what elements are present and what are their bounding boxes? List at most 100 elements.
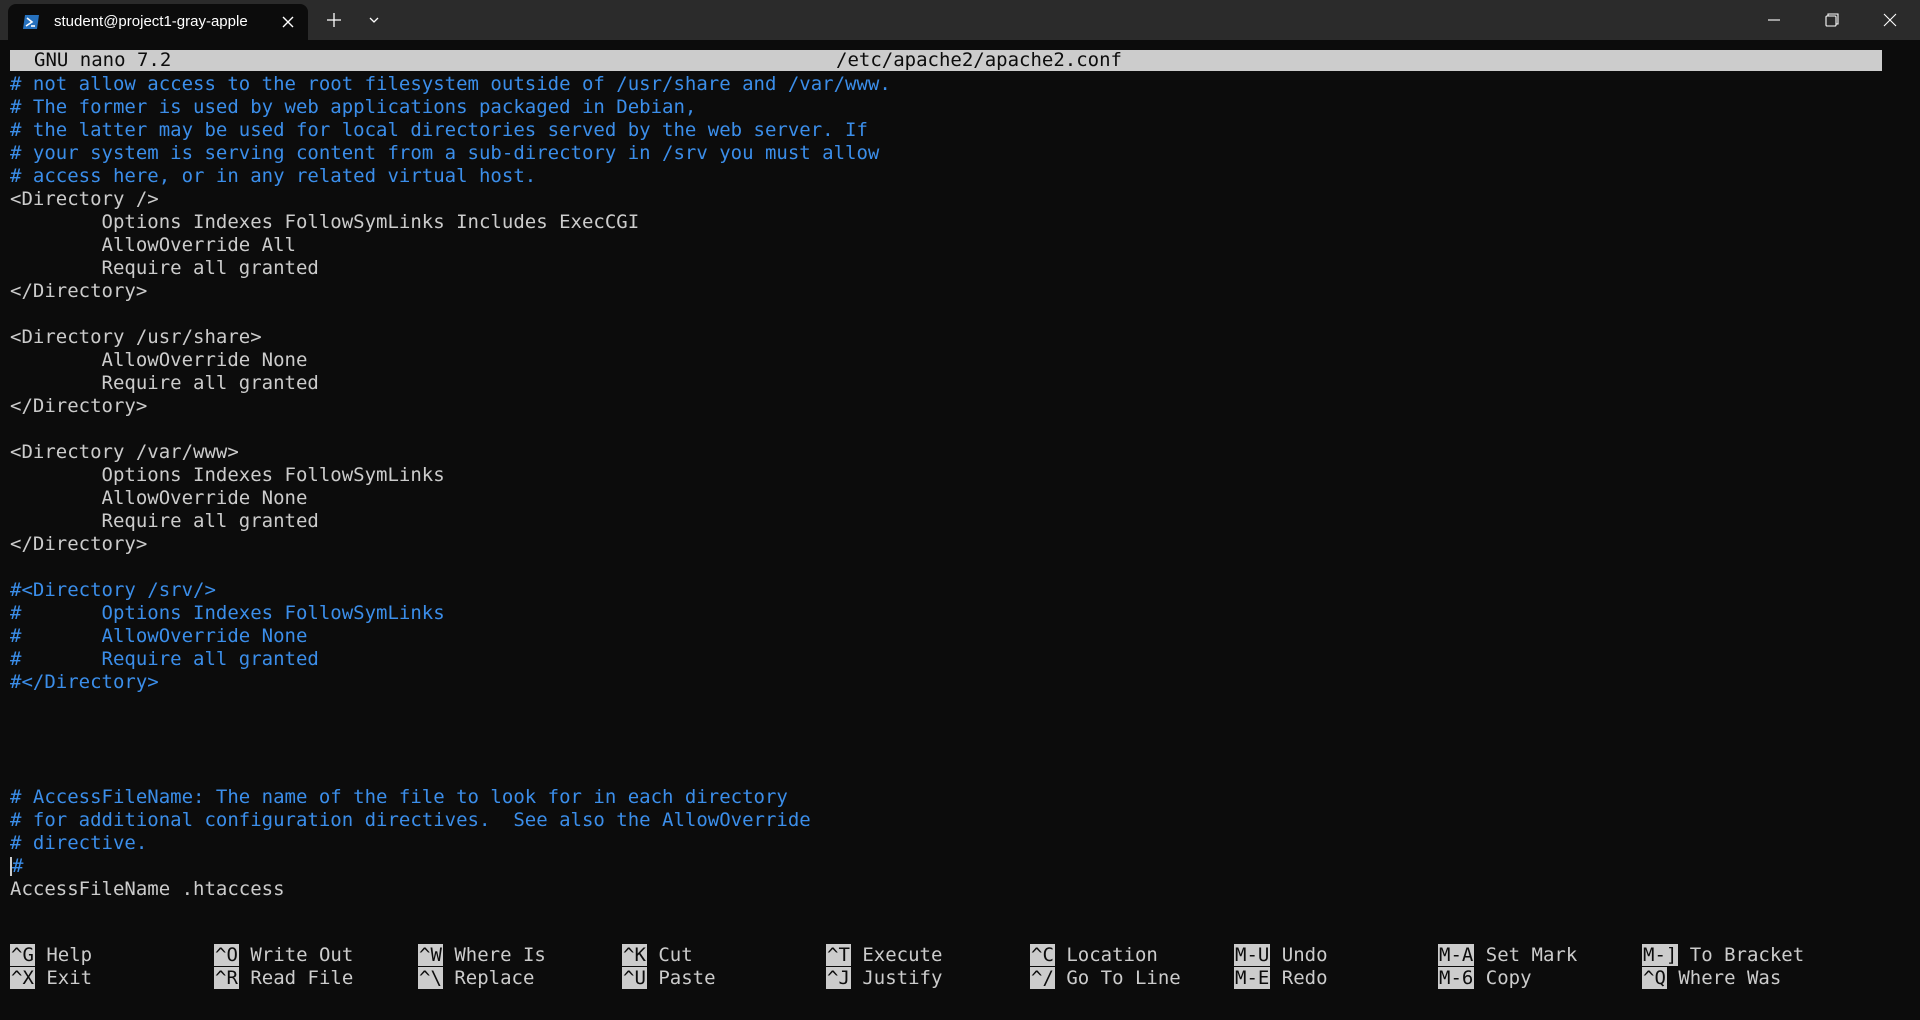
editor-line-text: # access here, or in any related virtual… (10, 165, 537, 187)
editor-line-text: # Require all granted (10, 648, 319, 670)
editor-line-text: # for additional configuration directive… (10, 809, 811, 831)
editor-line[interactable]: <Directory /> (10, 188, 1890, 211)
shortcut-replace[interactable]: ^\ Replace (418, 967, 534, 990)
editor-line[interactable]: Require all granted (10, 372, 1890, 395)
editor-line[interactable]: AllowOverride None (10, 349, 1890, 372)
shortcut-label: Set Mark (1474, 944, 1578, 966)
editor-line-text: Require all granted (10, 372, 319, 394)
editor-line[interactable]: AccessFileName .htaccess (10, 878, 1890, 901)
shortcut-key: M-E (1234, 967, 1271, 989)
editor-line[interactable]: </Directory> (10, 533, 1890, 556)
shortcut-undo[interactable]: M-U Undo (1234, 944, 1328, 967)
editor-line[interactable]: # not allow access to the root filesyste… (10, 73, 1890, 96)
editor-line[interactable]: Options Indexes FollowSymLinks Includes … (10, 211, 1890, 234)
minimize-icon[interactable] (1746, 0, 1802, 40)
editor-line[interactable]: # the latter may be used for local direc… (10, 119, 1890, 142)
nano-version: GNU nano 7.2 (34, 49, 172, 71)
editor-line[interactable]: Options Indexes FollowSymLinks (10, 464, 1890, 487)
shortcut-go-to-line[interactable]: ^/ Go To Line (1030, 967, 1181, 990)
editor-line[interactable]: # directive. (10, 832, 1890, 855)
editor-line[interactable]: # Options Indexes FollowSymLinks (10, 602, 1890, 625)
editor-line[interactable] (10, 694, 1890, 717)
editor-line[interactable] (10, 740, 1890, 763)
editor-line-text: </Directory> (10, 533, 148, 555)
editor-line[interactable]: #<Directory /srv/> (10, 579, 1890, 602)
editor-line-text: # your system is serving content from a … (10, 142, 880, 164)
shortcut-key: M-] (1642, 944, 1679, 966)
editor-line[interactable] (10, 303, 1890, 326)
shortcut-location[interactable]: ^C Location (1030, 944, 1158, 967)
shortcut-read-file[interactable]: ^R Read File (214, 967, 353, 990)
editor-line-text: # The former is used by web applications… (10, 96, 697, 118)
editor-line[interactable]: # access here, or in any related virtual… (10, 165, 1890, 188)
terminal-area[interactable]: GNU nano 7.2 /etc/apache2/apache2.conf #… (0, 40, 1920, 1020)
editor-line[interactable]: # Require all granted (10, 648, 1890, 671)
editor-line[interactable]: <Directory /usr/share> (10, 326, 1890, 349)
editor-line[interactable]: AllowOverride None (10, 487, 1890, 510)
editor-line[interactable]: Require all granted (10, 510, 1890, 533)
editor-line[interactable]: Require all granted (10, 257, 1890, 280)
editor-line-text: # Options Indexes FollowSymLinks (10, 602, 445, 624)
editor-line[interactable] (10, 556, 1890, 579)
editor-line-text: </Directory> (10, 395, 148, 417)
editor-line-text: #</Directory> (10, 671, 159, 693)
shortcut-label: To Bracket (1678, 944, 1805, 966)
editor-line-text: Options Indexes FollowSymLinks Includes … (10, 211, 640, 233)
shortcut-where-is[interactable]: ^W Where Is (418, 944, 546, 967)
tab-title: student@project1-gray-apple (54, 13, 248, 30)
plus-icon[interactable] (324, 10, 344, 30)
shortcut-label: Redo (1270, 967, 1328, 989)
editor-line-text: AllowOverride None (10, 487, 308, 509)
chevron-down-icon[interactable] (364, 10, 384, 30)
editor-line[interactable] (10, 717, 1890, 740)
shortcut-cut[interactable]: ^K Cut (622, 944, 693, 967)
editor-line[interactable]: </Directory> (10, 395, 1890, 418)
shortcut-key: ^W (418, 944, 443, 966)
editor-line[interactable]: </Directory> (10, 280, 1890, 303)
shortcut-label: Help (34, 944, 93, 966)
shortcut-key: M-U (1234, 944, 1271, 966)
terminal-tab[interactable]: student@project1-gray-apple (8, 4, 308, 40)
shortcut-where-was[interactable]: ^Q Where Was (1642, 967, 1781, 990)
shortcut-justify[interactable]: ^J Justify (826, 967, 942, 990)
shortcut-help[interactable]: ^G Help (10, 944, 92, 967)
nano-filename: /etc/apache2/apache2.conf (836, 49, 1122, 71)
shortcut-label: Go To Line (1054, 967, 1181, 989)
restore-icon[interactable] (1804, 0, 1860, 40)
editor-line[interactable]: # (10, 855, 1890, 878)
close-icon[interactable] (280, 14, 296, 30)
shortcut-bar: ^G Help ^O Write Out ^W Where Is ^K Cut ^T E… (10, 944, 1890, 992)
editor-line[interactable]: # for additional configuration directive… (10, 809, 1890, 832)
editor-line[interactable]: # your system is serving content from a … (10, 142, 1890, 165)
shortcut-to-bracket[interactable]: M-] To Bracket (1642, 944, 1804, 967)
nano-header: GNU nano 7.2 /etc/apache2/apache2.conf (10, 50, 1882, 71)
editor-buffer[interactable]: # not allow access to the root filesyste… (10, 73, 1890, 901)
shortcut-label: Undo (1270, 944, 1328, 966)
editor-line-text: AccessFileName .htaccess (10, 878, 285, 900)
shortcut-copy[interactable]: M-6 Copy (1438, 967, 1532, 990)
shortcut-key: M-6 (1438, 967, 1475, 989)
editor-line[interactable]: <Directory /var/www> (10, 441, 1890, 464)
shortcut-label: Location (1054, 944, 1158, 966)
editor-line[interactable]: # AccessFileName: The name of the file t… (10, 786, 1890, 809)
shortcut-key: ^K (622, 944, 647, 966)
shortcut-execute[interactable]: ^T Execute (826, 944, 942, 967)
shortcut-paste[interactable]: ^U Paste (622, 967, 716, 990)
shortcut-set-mark[interactable]: M-A Set Mark (1438, 944, 1577, 967)
shortcut-exit[interactable]: ^X Exit (10, 967, 92, 990)
shortcut-write-out[interactable]: ^O Write Out (214, 944, 353, 967)
shortcut-key: ^\ (418, 967, 443, 989)
shortcut-label: Replace (442, 967, 535, 989)
shortcut-redo[interactable]: M-E Redo (1234, 967, 1328, 990)
editor-line-text: # not allow access to the root filesyste… (10, 73, 891, 95)
editor-line-text: AllowOverride All (10, 234, 296, 256)
editor-line[interactable] (10, 418, 1890, 441)
editor-line[interactable]: # The former is used by web applications… (10, 96, 1890, 119)
editor-line-text: </Directory> (10, 280, 148, 302)
powershell-icon (22, 13, 40, 31)
close-icon[interactable] (1862, 0, 1918, 40)
editor-line[interactable] (10, 763, 1890, 786)
editor-line[interactable]: # AllowOverride None (10, 625, 1890, 648)
editor-line[interactable]: AllowOverride All (10, 234, 1890, 257)
editor-line[interactable]: #</Directory> (10, 671, 1890, 694)
